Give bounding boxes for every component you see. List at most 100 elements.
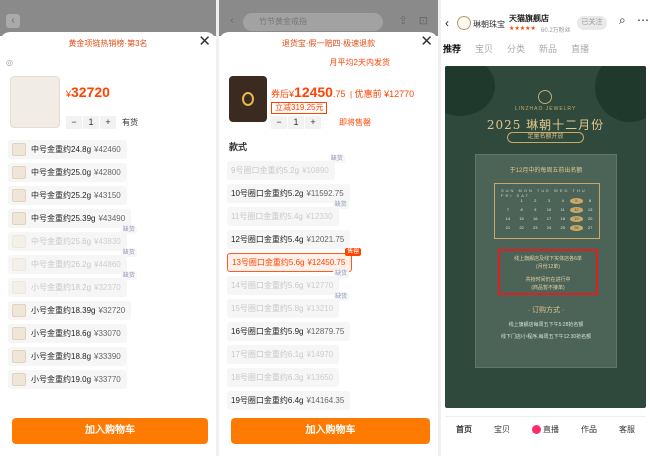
sku-thumbnail-icon: [12, 212, 26, 225]
promo-poster[interactable]: LINZHAO JEWELRY 2025 琳朝十二月份 定量名额开放 于12月中…: [445, 66, 646, 408]
product-thumbnail[interactable]: [229, 76, 267, 122]
sku-option-label: 17号圈口金重约6.1g: [231, 350, 304, 359]
sku-option-price: ¥33770: [94, 375, 121, 384]
shop-page: ‹ 琳朝珠宝 天猫旗舰店 ★★★★★ 60.2万粉丝 已关注 ⌕ ⋯ 推荐 宝贝分…: [441, 0, 650, 456]
share-cart-icons[interactable]: ⇪ ⊡: [399, 14, 433, 27]
sku-option-label: 中号金重约25.2g: [31, 191, 92, 200]
sku-thumbnail-icon: [12, 235, 26, 248]
shop-tab[interactable]: 宝贝: [475, 42, 493, 55]
sku-option[interactable]: 11号圈口金重约5.4g ¥12330 缺货: [227, 201, 349, 226]
sku-option[interactable]: 18号圈口金重约6.3g ¥13650: [227, 368, 340, 387]
stock-badge: 缺货: [120, 272, 137, 280]
sku-option[interactable]: 17号圈口金重约6.1g ¥14970: [227, 345, 340, 364]
sku-option-label: 14号圈口金重约5.6g: [231, 281, 304, 290]
add-to-cart-button[interactable]: 加入购物车: [231, 418, 430, 444]
nav-item[interactable]: 直播: [532, 424, 559, 435]
sku-thumbnail-icon: [12, 189, 26, 202]
stock-status: 即将售罄: [339, 118, 371, 127]
sku-option[interactable]: 小号金重约18.2g ¥32370 缺货: [8, 272, 137, 297]
sku-option-price: ¥33390: [94, 352, 121, 361]
shop-tab[interactable]: 分类: [507, 42, 525, 55]
minus-icon[interactable]: −: [271, 116, 287, 129]
calendar-day: 9: [534, 207, 537, 212]
add-to-cart-button[interactable]: 加入购物车: [12, 418, 208, 444]
calendar-day: 1: [520, 198, 523, 203]
sku-option[interactable]: 10号圈口金重约5.2g ¥11592.75: [227, 184, 350, 203]
search-icon[interactable]: ⌕: [619, 13, 626, 28]
sku-option[interactable]: 12号圈口金重约5.4g ¥12021.75: [227, 230, 351, 249]
sku-option[interactable]: 14号圈口金重约5.6g ¥12770 缺货: [227, 270, 350, 295]
more-icon[interactable]: ⋯: [637, 13, 649, 27]
back-icon[interactable]: ‹: [225, 14, 239, 28]
option-list: 中号金重约24.8g ¥42460 中号金重约25.0g ¥42800 中号金重约25.…: [0, 136, 216, 412]
sku-option-price: ¥33070: [94, 329, 121, 338]
product-thumbnail[interactable]: [10, 76, 60, 128]
nav-item[interactable]: 客服: [619, 424, 635, 435]
nav-item[interactable]: 作品: [581, 424, 597, 435]
sku-option-price: ¥12450.75: [307, 258, 346, 267]
sku-option-label: 11号圈口金重约5.4g: [231, 212, 303, 221]
sku-option[interactable]: 中号金重约25.2g ¥43150: [8, 186, 127, 205]
sku-option[interactable]: 小号金重约19.0g ¥33770: [8, 370, 127, 389]
sku-option[interactable]: 小号金重约18.8g ¥33390: [8, 347, 127, 366]
plus-icon[interactable]: +: [100, 116, 116, 129]
shop-name[interactable]: 琳朝珠宝: [473, 19, 505, 30]
sku-option-price: ¥14970: [306, 350, 334, 359]
sku-option[interactable]: 中号金重约26.2g ¥44860 缺货: [8, 249, 137, 274]
shop-logo[interactable]: [457, 16, 471, 30]
shop-tab[interactable]: 新品: [539, 42, 557, 55]
shipping-row: ◎: [6, 58, 13, 67]
follow-button[interactable]: 已关注: [577, 16, 607, 30]
sku-option[interactable]: 小号金重约18.6g ¥33070: [8, 324, 127, 343]
sku-option-label: 小号金重约18.2g: [31, 283, 92, 292]
sku-option[interactable]: 中号金重约25.39g ¥43490: [8, 209, 132, 228]
sku-option[interactable]: 中号金重约25.0g ¥42800: [8, 163, 127, 182]
sku-option[interactable]: 小号金重约18.39g ¥32720: [8, 301, 132, 320]
option-list: 款式 9号圈口金重约5.2g ¥10890 缺货 10号圈口金重约5.2g ¥11592…: [219, 136, 438, 412]
nav-item-label: 首页: [456, 425, 472, 434]
product-summary: 券后¥12450.75 | 优惠前 ¥12770 立减319.25元 − 1 +…: [219, 70, 438, 134]
nav-item[interactable]: 首页: [456, 424, 472, 435]
sheet-promo-text: 退货宝·假一赔四·极速退款: [281, 39, 376, 48]
bottom-bar: 加入购物车: [0, 412, 216, 456]
close-icon[interactable]: ✕: [420, 34, 433, 50]
poster-card: 于12月中的每周五前出名额 SUN MON TUE WED THU FRI SA…: [475, 154, 617, 368]
sku-option-price: ¥43490: [98, 214, 126, 223]
quantity-stepper[interactable]: − 1 +: [66, 116, 117, 129]
sku-sheet: 黄金项链热销榜·第3名 ✕ ◎ ¥32720 − 1 + 有货 中号金重约24.…: [0, 32, 216, 456]
shop-tabs: 推荐 宝贝 分类 新品 直播: [443, 42, 603, 55]
poster-subtitle: 定量名额开放: [507, 132, 584, 143]
sku-option[interactable]: 中号金重约25.6g ¥43830 缺货: [8, 226, 137, 251]
sku-option-price: ¥14164.35: [306, 396, 345, 405]
sku-thumbnail-icon: [12, 304, 26, 317]
sku-option[interactable]: 15号圈口金重约5.8g ¥13210 缺货: [227, 293, 350, 318]
quantity-value[interactable]: 1: [288, 116, 304, 129]
calendar-day: 22: [519, 225, 524, 230]
calendar-day: 12: [569, 207, 584, 213]
sku-option-label: 19号圈口金重约6.4g: [231, 396, 304, 405]
quantity-stepper[interactable]: − 1 +: [271, 116, 322, 129]
bottom-bar: 加入购物车: [219, 412, 438, 456]
back-icon[interactable]: ‹: [445, 16, 449, 30]
plus-icon[interactable]: +: [305, 116, 321, 129]
search-input[interactable]: 竹节黄金戒指: [243, 13, 383, 31]
sku-option-price: ¥12879.75: [306, 327, 345, 336]
shop-tab[interactable]: 直播: [571, 42, 589, 55]
minus-icon[interactable]: −: [66, 116, 82, 129]
quantity-value[interactable]: 1: [83, 116, 99, 129]
sku-option[interactable]: 19号圈口金重约6.4g ¥14164.35: [227, 391, 351, 410]
sku-option[interactable]: 9号圈口金重约5.2g ¥10890 缺货: [227, 155, 345, 180]
sku-option-label: 中号金重约25.39g: [31, 214, 96, 223]
nav-item[interactable]: 宝贝: [494, 424, 510, 435]
sku-thumbnail-icon: [12, 373, 26, 386]
close-icon[interactable]: ✕: [198, 34, 211, 50]
sku-option[interactable]: 中号金重约24.8g ¥42460: [8, 140, 127, 159]
shop-tab[interactable]: 推荐: [443, 42, 461, 55]
sku-option[interactable]: 16号圈口金重约5.9g ¥12879.75: [227, 322, 351, 341]
sku-option-label: 10号圈口金重约5.2g: [231, 189, 304, 198]
back-icon[interactable]: ‹: [6, 14, 20, 28]
shipping-note: 月平均2天内发货: [329, 58, 390, 67]
sku-option-label: 小号金重约18.8g: [31, 352, 92, 361]
price: ¥32720: [66, 84, 110, 100]
nav-item-label: 客服: [619, 425, 635, 434]
